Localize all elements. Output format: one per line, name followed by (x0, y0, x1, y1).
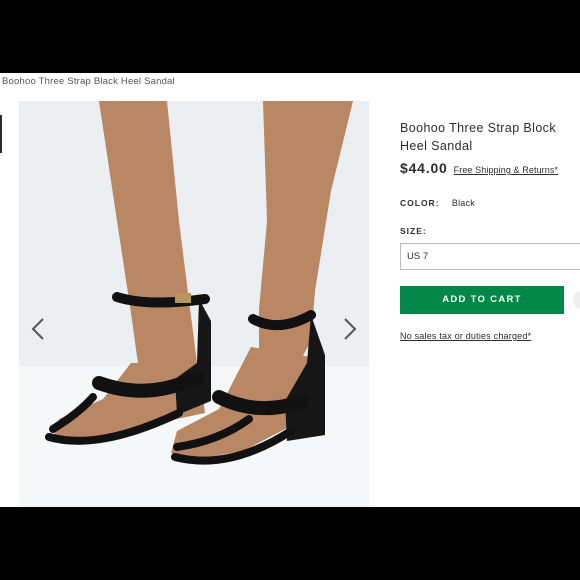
color-label: COLOR: (400, 198, 440, 208)
size-selected-value: US 7 (407, 251, 429, 262)
chevron-right-icon[interactable] (337, 311, 363, 347)
product-price: $44.00 (400, 160, 448, 176)
product-page: Boohoo Three Strap Black Heel Sandal Boo… (0, 73, 580, 507)
product-title: Boohoo Three Strap Block Heel Sandal (400, 121, 556, 153)
product-image-gallery (19, 101, 369, 507)
size-select[interactable]: US 7 (400, 243, 580, 270)
color-row: COLOR: Black (400, 198, 475, 208)
free-shipping-link[interactable]: Free Shipping & Returns* (454, 165, 558, 175)
tax-info-link[interactable]: No sales tax or duties charged* (400, 331, 531, 341)
breadcrumb[interactable]: Boohoo Three Strap Black Heel Sandal (2, 76, 175, 87)
thumbnail-selector[interactable] (0, 115, 2, 153)
save-for-later-button[interactable] (573, 290, 580, 310)
size-label: SIZE: (400, 226, 427, 236)
product-photo (19, 101, 369, 507)
color-value: Black (451, 198, 475, 208)
price-row: $44.00 Free Shipping & Returns* (400, 160, 558, 176)
add-to-cart-button[interactable]: ADD TO CART (400, 286, 564, 314)
chevron-left-icon[interactable] (25, 311, 51, 347)
